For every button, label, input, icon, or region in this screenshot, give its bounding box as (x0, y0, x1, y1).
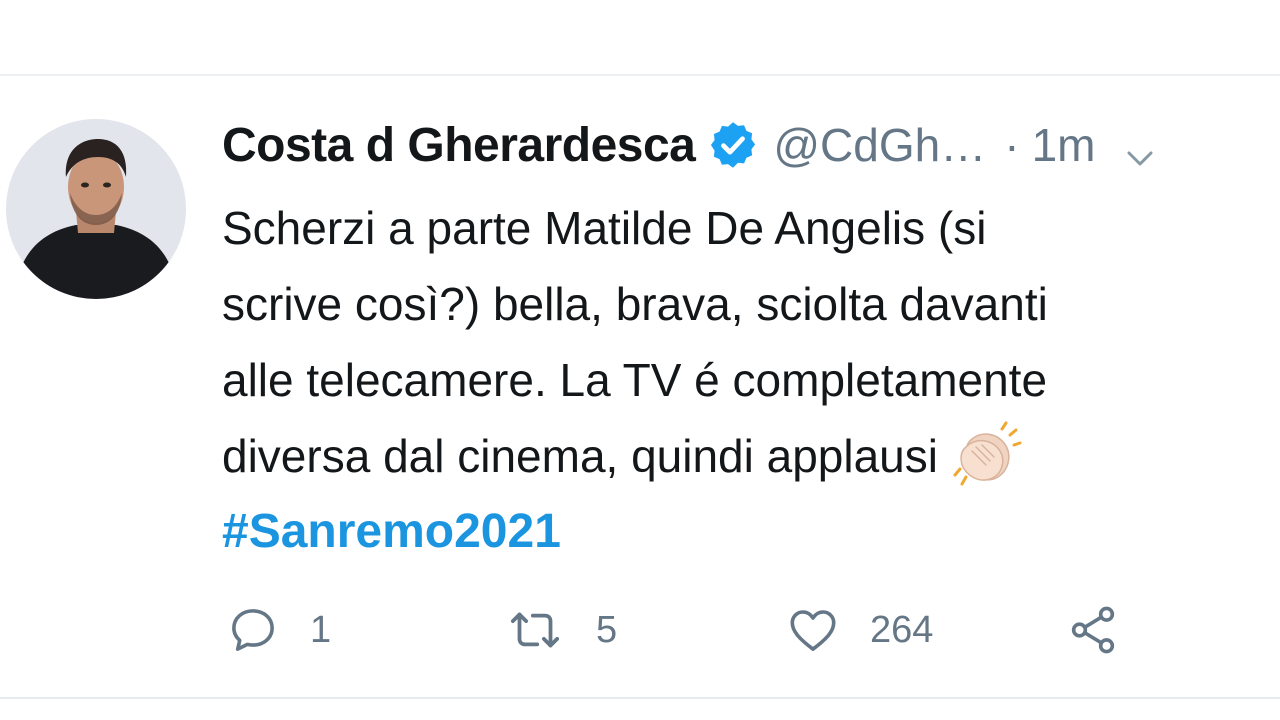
author-handle[interactable]: @CdGh… (773, 118, 986, 172)
like-count: 264 (870, 608, 934, 651)
tweet-text-line: scrive così?) bella, brava, sciolta dava… (222, 278, 1048, 330)
author-display-name[interactable]: Costa d Gherardesca (222, 118, 696, 173)
reply-count: 1 (310, 608, 332, 651)
retweet-button[interactable]: 5 (504, 600, 617, 660)
tweet-text-line-with-emoji: diversa dal cinema, quindi applausi (222, 418, 1272, 494)
like-icon (786, 603, 840, 657)
tweet-timestamp[interactable]: 1m (1032, 118, 1096, 172)
reply-button[interactable]: 1 (226, 600, 331, 660)
verified-badge-icon (707, 119, 759, 171)
tweet-text-segment: diversa dal cinema, quindi applausi (222, 430, 938, 482)
tweet-text-line: Scherzi a parte Matilde De Angelis (si (222, 202, 987, 254)
top-divider (0, 74, 1280, 76)
share-icon (1066, 603, 1120, 657)
bottom-divider (0, 697, 1280, 699)
tweet-screenshot: Costa d Gherardesca @CdGh… · 1m Scherzi … (0, 0, 1280, 720)
time-separator: · (1004, 119, 1020, 171)
share-button[interactable] (1066, 600, 1120, 660)
like-button[interactable]: 264 (786, 600, 933, 660)
clapping-hands-emoji (952, 421, 1022, 487)
tweet-actions: 1 5 264 (222, 600, 1222, 660)
tweet-text: Scherzi a parte Matilde De Angelis (si s… (222, 190, 1272, 570)
hashtag-link[interactable]: #Sanremo2021 (222, 494, 1272, 570)
tweet-text-line: alle telecamere. La TV é completamente (222, 354, 1048, 406)
reply-icon (226, 603, 280, 657)
tweet-header: Costa d Gherardesca @CdGh… · 1m (222, 112, 1280, 178)
retweet-icon (504, 603, 566, 657)
retweet-count: 5 (596, 608, 618, 651)
chevron-down-icon[interactable] (1125, 130, 1155, 166)
avatar[interactable] (6, 119, 186, 299)
